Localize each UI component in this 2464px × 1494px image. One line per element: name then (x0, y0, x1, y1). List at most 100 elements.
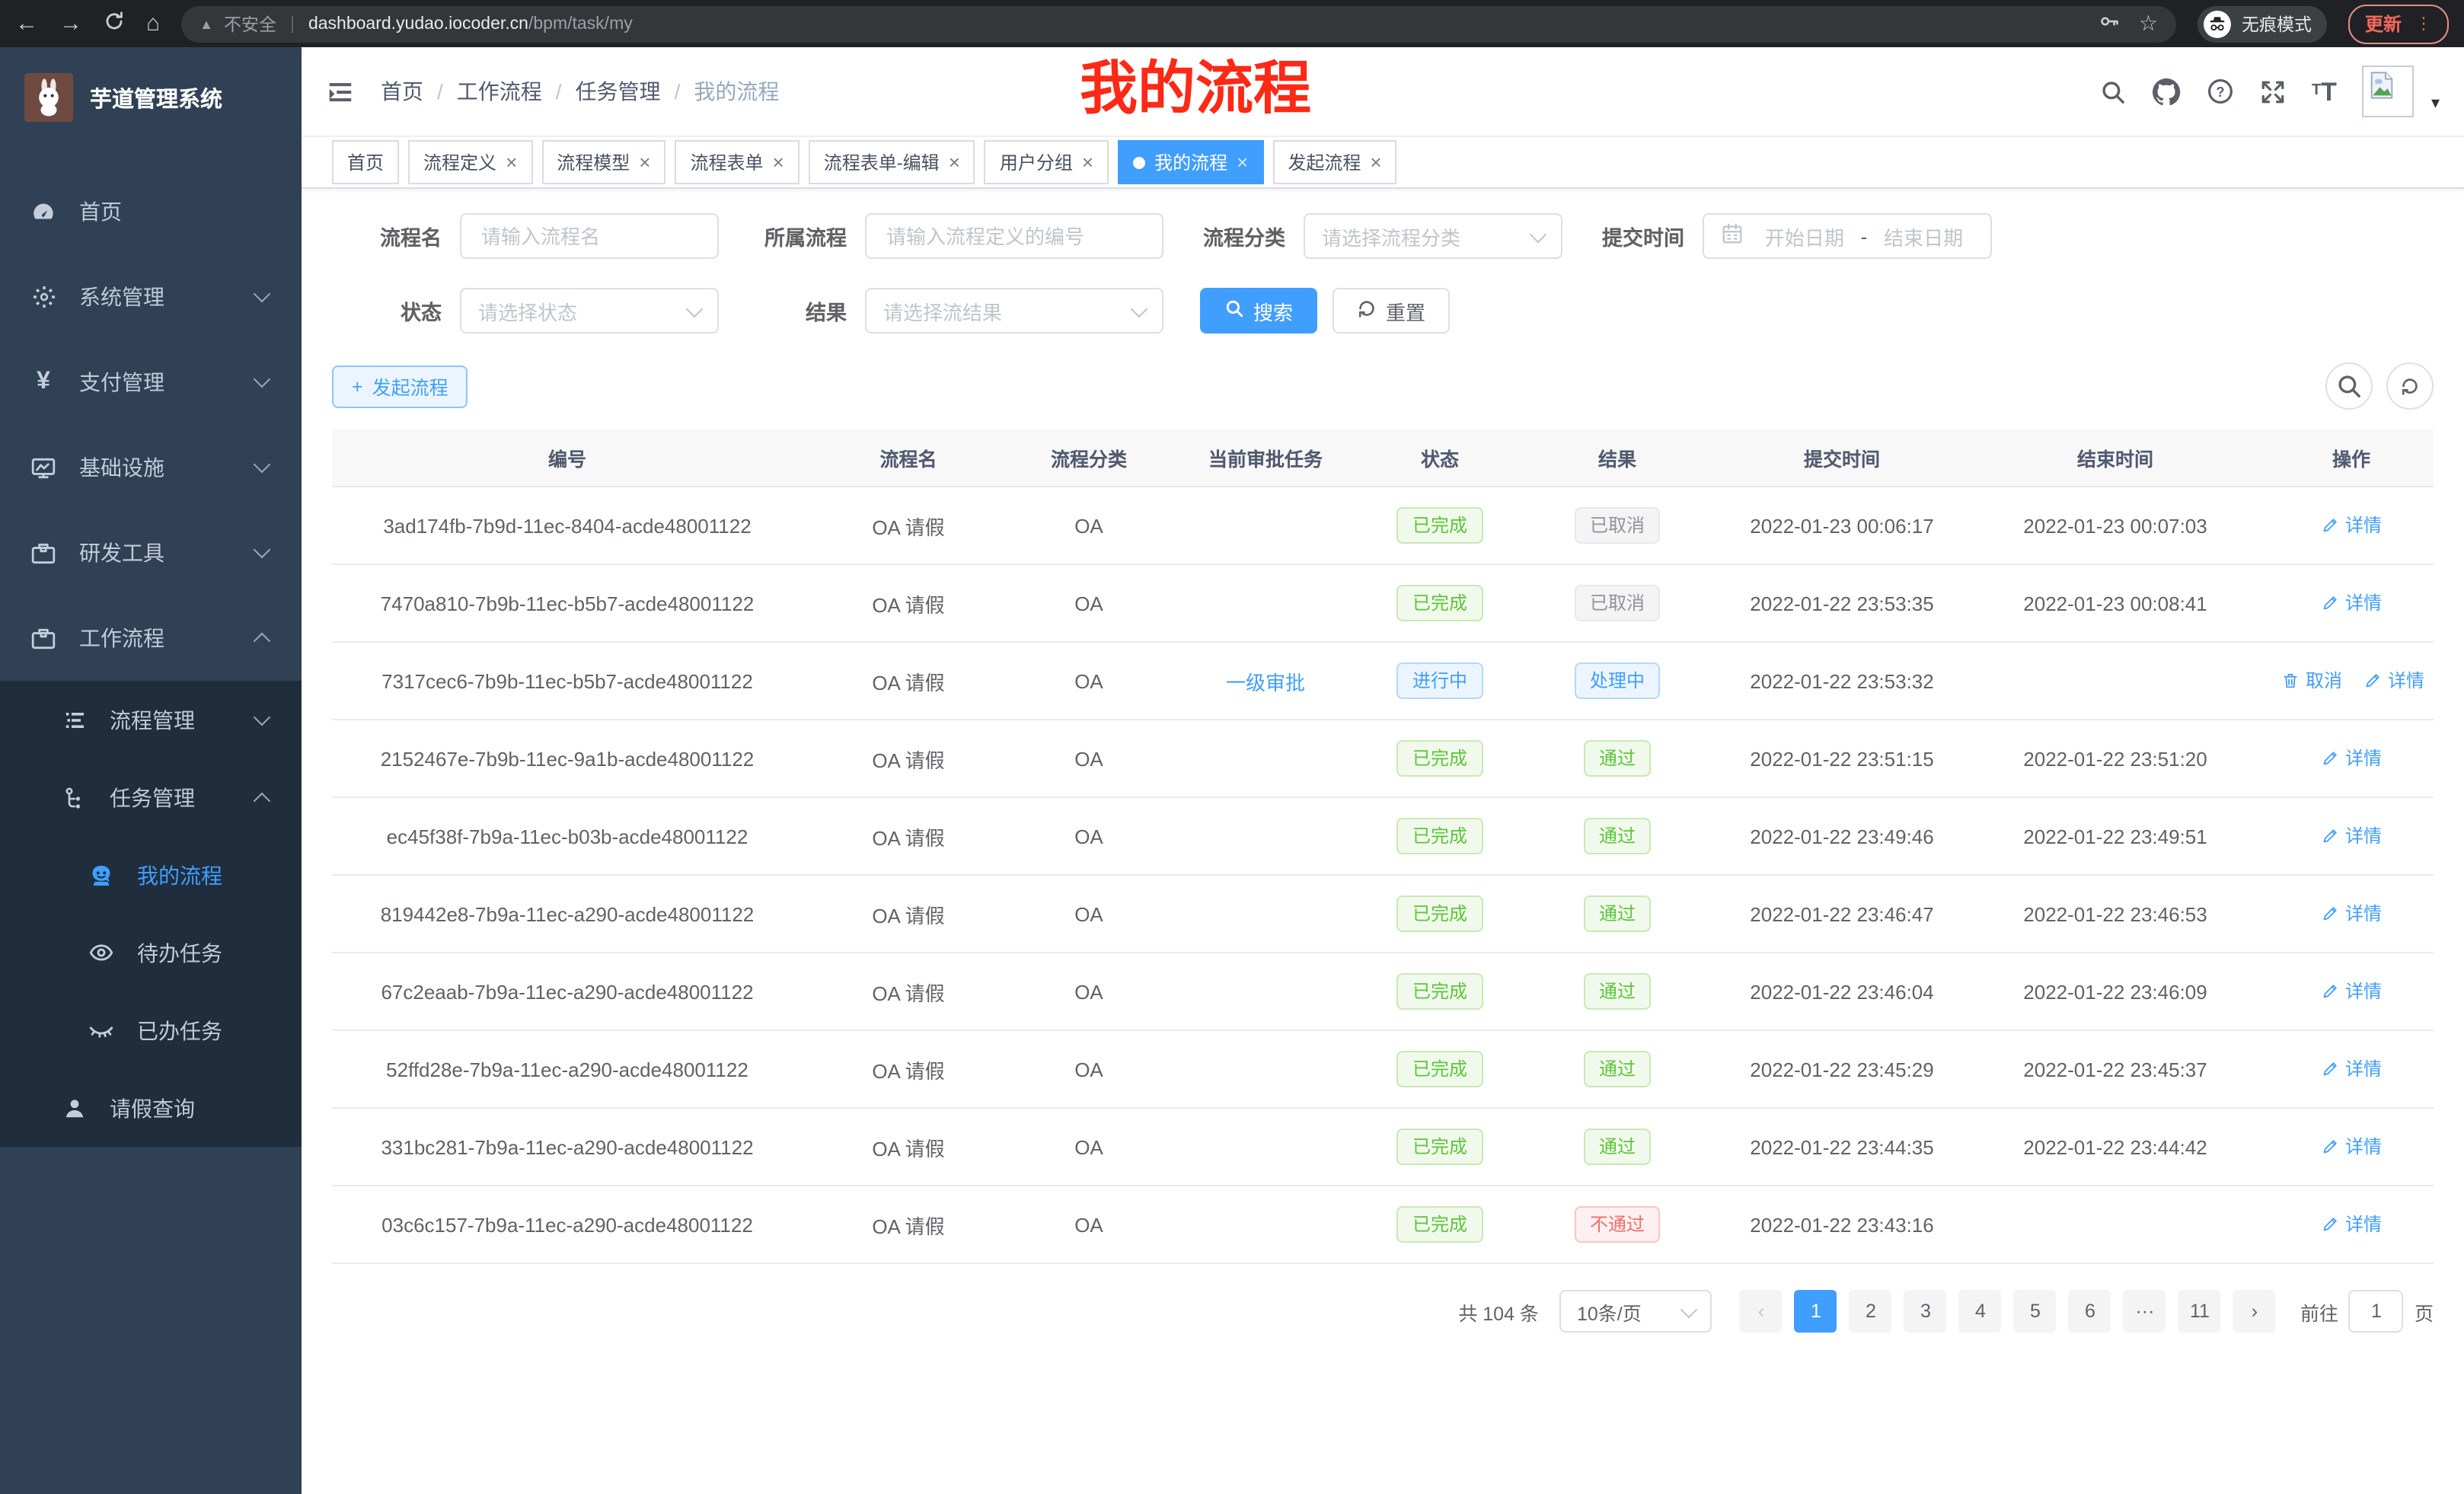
detail-link[interactable]: 详情 (2321, 901, 2382, 927)
status-select[interactable]: 请选择状态 (460, 288, 719, 334)
browser-menu-icon[interactable]: ⋮ (2415, 14, 2432, 34)
sidebar-item-system[interactable]: 系统管理 (0, 254, 302, 340)
help-icon[interactable]: ? (2207, 78, 2234, 105)
page-size-select[interactable]: 10条/页 (1560, 1290, 1712, 1333)
tab-process-model[interactable]: 流程模型× (541, 140, 665, 184)
page-button-4[interactable]: 4 (1959, 1290, 2002, 1333)
font-size-icon[interactable]: TT (2312, 78, 2337, 104)
detail-link[interactable]: 详情 (2321, 823, 2382, 849)
next-page-button[interactable]: › (2233, 1290, 2276, 1333)
page-button-3[interactable]: 3 (1904, 1290, 1947, 1333)
sidebar-item-todo-tasks[interactable]: 待办任务 (0, 914, 302, 991)
cell-result: 不通过 (1512, 1186, 1722, 1263)
close-icon[interactable]: × (1237, 152, 1248, 172)
detail-link[interactable]: 详情 (2363, 668, 2424, 694)
sidebar-item-home[interactable]: 首页 (0, 169, 302, 254)
detail-link[interactable]: 详情 (2321, 1211, 2382, 1237)
sidebar-item-leave-query[interactable]: 请假查询 (0, 1069, 302, 1147)
page-button-1[interactable]: 1 (1795, 1290, 1837, 1333)
detail-link[interactable]: 详情 (2321, 512, 2382, 538)
page-button-5[interactable]: 5 (2014, 1290, 2057, 1333)
page-button-6[interactable]: 6 (2069, 1290, 2111, 1333)
sidebar-item-label: 系统管理 (79, 282, 164, 312)
browser-home-icon[interactable]: ⌂ (146, 12, 160, 35)
pager-more[interactable]: ··· (2124, 1290, 2166, 1333)
sidebar-item-done-tasks[interactable]: 已办任务 (0, 991, 302, 1069)
task-link[interactable]: 一级审批 (1226, 671, 1305, 694)
cell-name: OA 请假 (803, 875, 1014, 953)
avatar-dropdown-icon[interactable]: ▾ (2431, 92, 2440, 112)
app-logo[interactable]: 芋道管理系统 (0, 47, 302, 148)
page-button-2[interactable]: 2 (1850, 1290, 1892, 1333)
github-icon[interactable] (2152, 77, 2181, 106)
sidebar-item-devtools[interactable]: 研发工具 (0, 510, 302, 595)
detail-link[interactable]: 详情 (2321, 978, 2382, 1004)
detail-link[interactable]: 详情 (2321, 590, 2382, 616)
close-icon[interactable]: × (1370, 152, 1381, 172)
breadcrumb-item-0[interactable]: 首页 (381, 76, 423, 107)
tab-label: 用户分组 (1000, 149, 1073, 175)
browser-update-button[interactable]: 更新 ⋮ (2348, 4, 2449, 43)
sidebar-item-task-mgmt[interactable]: 任务管理 (0, 758, 302, 836)
tab-process-form[interactable]: 流程表单× (675, 140, 799, 184)
breadcrumb-item-2[interactable]: 任务管理 (576, 76, 661, 107)
process-def-input[interactable] (865, 213, 1163, 259)
submit-time-range-picker[interactable]: 开始日期 - 结束日期 (1703, 213, 1992, 259)
cell-current-task (1163, 564, 1368, 642)
detail-link[interactable]: 详情 (2321, 1134, 2382, 1160)
result-badge: 通过 (1584, 895, 1651, 932)
cell-end-time: 2022-01-23 00:07:03 (1961, 487, 2269, 564)
close-icon[interactable]: × (506, 152, 517, 172)
process-def-label: 所属流程 (755, 221, 847, 251)
close-icon[interactable]: × (949, 152, 960, 172)
tab-my-process[interactable]: 我的流程× (1118, 140, 1263, 184)
monitor-icon (30, 455, 56, 480)
refresh-table-button[interactable] (2386, 362, 2434, 410)
tab-process-definition[interactable]: 流程定义× (408, 140, 532, 184)
fullscreen-icon[interactable] (2260, 78, 2286, 104)
goto-page-input[interactable] (2349, 1290, 2404, 1333)
address-bar[interactable]: ▲ 不安全 | dashboard.yudao.iocoder.cn/bpm/t… (181, 5, 2176, 42)
status-badge: 已完成 (1397, 507, 1483, 544)
cancel-link[interactable]: 取消 (2281, 668, 2342, 694)
search-button[interactable]: 搜索 (1200, 288, 1317, 334)
browser-reload-icon[interactable] (104, 11, 125, 37)
password-key-icon[interactable] (2099, 11, 2121, 37)
prev-page-button[interactable]: ‹ (1740, 1290, 1783, 1333)
sidebar-item-label: 已办任务 (137, 1015, 222, 1045)
tab-start-process[interactable]: 发起流程× (1272, 140, 1396, 184)
tab-user-group[interactable]: 用户分组 × (985, 140, 1109, 184)
breadcrumb-item-1[interactable]: 工作流程 (457, 76, 542, 107)
sidebar-item-my-process[interactable]: 我的流程 (0, 836, 302, 914)
page-button-11[interactable]: 11 (2178, 1290, 2221, 1333)
close-icon[interactable]: × (1082, 152, 1093, 172)
close-icon[interactable]: × (639, 152, 650, 172)
header-search-icon[interactable] (2100, 78, 2126, 104)
result-badge: 通过 (1584, 818, 1651, 854)
sidebar-item-process-mgmt[interactable]: 流程管理 (0, 681, 302, 758)
close-icon[interactable]: × (773, 152, 784, 172)
sidebar-item-label: 研发工具 (79, 538, 164, 568)
chevron-down-icon (1131, 300, 1148, 318)
avatar[interactable] (2363, 65, 2415, 117)
sidebar-item-workflow[interactable]: 工作流程 (0, 595, 302, 681)
sidebar-item-payment[interactable]: ¥支付管理 (0, 340, 302, 425)
detail-link[interactable]: 详情 (2321, 745, 2382, 771)
incognito-badge: 无痕模式 (2197, 5, 2327, 42)
tab-process-form-edit[interactable]: 流程表单-编辑× (809, 140, 975, 184)
result-select[interactable]: 请选择流结果 (865, 288, 1163, 334)
start-process-button[interactable]: + 发起流程 (332, 365, 468, 407)
detail-link[interactable]: 详情 (2321, 1056, 2382, 1082)
category-select[interactable]: 请选择流程分类 (1304, 213, 1562, 259)
cell-result: 处理中 (1512, 642, 1722, 720)
table-header-row: 编号流程名流程分类当前审批任务状态结果提交时间结束时间操作 (332, 429, 2434, 487)
show-search-button[interactable] (2325, 362, 2373, 410)
process-name-input[interactable] (460, 213, 719, 259)
browser-back-icon[interactable]: ← (15, 12, 38, 35)
reset-button[interactable]: 重置 (1333, 288, 1450, 334)
sidebar-toggle-icon[interactable] (326, 77, 355, 106)
bookmark-star-icon[interactable]: ☆ (2139, 11, 2158, 37)
tab-home[interactable]: 首页 (332, 140, 399, 184)
browser-forward-icon[interactable]: → (59, 12, 82, 35)
sidebar-item-infra[interactable]: 基础设施 (0, 425, 302, 510)
